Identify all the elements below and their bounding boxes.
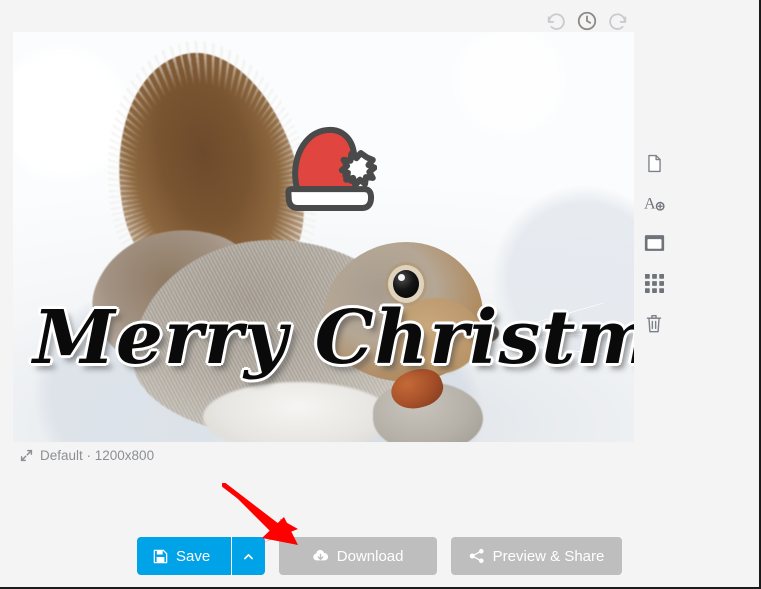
document-icon xyxy=(645,152,664,175)
canvas-size-label: Default · 1200x800 xyxy=(40,448,155,463)
squirrel-photo-subject xyxy=(73,36,603,442)
canvas-size-meta[interactable]: Default · 1200x800 xyxy=(20,448,154,463)
history-clock-icon[interactable] xyxy=(576,10,598,32)
grid-icon xyxy=(644,273,664,293)
santa-hat-sticker[interactable] xyxy=(281,117,377,220)
canvas-text-merry-christmas[interactable]: Merry Christmas xyxy=(33,299,634,378)
download-button-label: Download xyxy=(336,547,404,565)
download-button[interactable]: Download xyxy=(278,537,437,575)
floppy-disk-icon xyxy=(153,549,168,564)
save-button[interactable]: Save xyxy=(136,537,231,575)
preview-share-button[interactable]: Preview & Share xyxy=(450,537,623,575)
tool-rail: A xyxy=(634,150,674,336)
chevron-up-icon xyxy=(242,550,255,563)
editor-canvas[interactable]: Merry Christmas xyxy=(13,32,634,442)
cloud-download-icon xyxy=(312,549,329,563)
redo-icon[interactable] xyxy=(607,10,629,32)
share-button-label: Preview & Share xyxy=(492,547,605,565)
share-nodes-icon xyxy=(469,548,485,564)
squirrel-eye xyxy=(393,270,419,298)
tool-rail-item-frame[interactable] xyxy=(637,230,671,256)
save-button-label: Save xyxy=(176,547,211,565)
add-text-icon: A xyxy=(644,193,665,213)
tool-rail-item-page[interactable] xyxy=(637,150,671,176)
tool-rail-item-add-text[interactable]: A xyxy=(637,190,671,216)
tool-rail-item-delete[interactable] xyxy=(637,310,671,336)
history-toolbar xyxy=(545,10,629,32)
tool-rail-item-stickers[interactable] xyxy=(637,270,671,296)
undo-icon[interactable] xyxy=(545,10,567,32)
save-button-group: Save xyxy=(136,537,265,575)
frame-icon xyxy=(644,234,665,252)
svg-text:A: A xyxy=(644,196,656,213)
resize-arrows-icon xyxy=(20,449,33,462)
action-bar: Save Download Preview & Share xyxy=(0,537,759,575)
save-options-button[interactable] xyxy=(230,537,265,575)
image-editor-window: Merry Christmas Default · 1200x800 A xyxy=(0,0,761,589)
trash-icon xyxy=(645,313,663,334)
